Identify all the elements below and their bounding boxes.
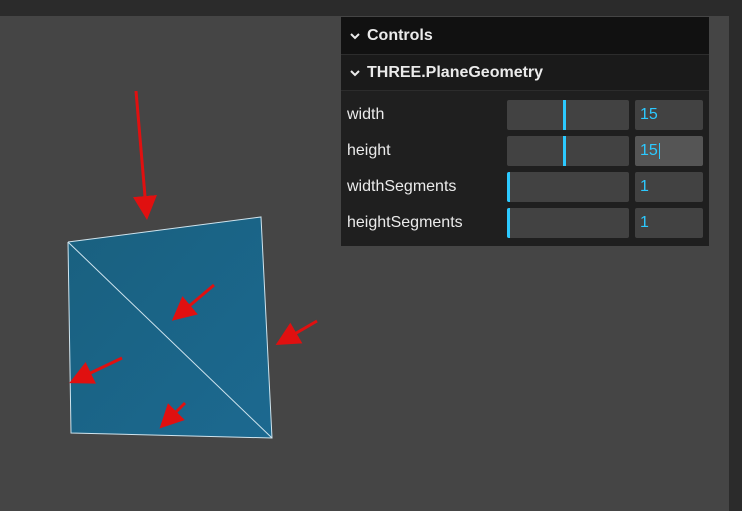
slider-handle[interactable] <box>563 136 566 166</box>
control-label: width <box>347 106 385 123</box>
control-row-heightSegments: heightSegments 1 <box>341 205 709 241</box>
controls-panel: Controls THREE.PlaneGeometry width 15 he… <box>341 17 709 246</box>
controls-title: Controls <box>367 26 433 44</box>
control-label: height <box>347 142 391 159</box>
width-slider[interactable] <box>507 100 629 130</box>
control-value: 1 <box>640 178 649 195</box>
slider-handle[interactable] <box>507 208 510 238</box>
widthSegments-slider[interactable] <box>507 172 629 202</box>
height-slider[interactable] <box>507 136 629 166</box>
slider-handle[interactable] <box>563 100 566 130</box>
arrow-top <box>133 90 157 220</box>
control-label: widthSegments <box>347 178 457 195</box>
chevron-down-icon <box>349 67 367 79</box>
control-row-width: width 15 <box>341 97 709 133</box>
arrow-right <box>275 319 318 346</box>
plane-face <box>68 217 272 438</box>
slider-handle[interactable] <box>507 172 510 202</box>
widthSegments-number-input[interactable]: 1 <box>635 172 703 202</box>
heightSegments-slider[interactable] <box>507 208 629 238</box>
control-row-height: height 15 <box>341 133 709 169</box>
text-caret <box>658 143 660 159</box>
folder-title-bar[interactable]: THREE.PlaneGeometry <box>341 55 709 91</box>
width-number-input[interactable]: 15 <box>635 100 703 130</box>
control-value: 15 <box>640 106 658 123</box>
control-value: 15 <box>640 142 658 159</box>
heightSegments-number-input[interactable]: 1 <box>635 208 703 238</box>
folder-controls: width 15 height 15 widthSegments 1 heigh… <box>341 91 709 246</box>
chevron-down-icon <box>349 30 367 42</box>
control-label: heightSegments <box>347 214 463 231</box>
height-number-input[interactable]: 15 <box>635 136 703 166</box>
render-viewport[interactable]: Controls THREE.PlaneGeometry width 15 he… <box>0 0 742 511</box>
folder-title: THREE.PlaneGeometry <box>367 63 544 81</box>
control-row-widthSegments: widthSegments 1 <box>341 169 709 205</box>
controls-title-bar[interactable]: Controls <box>341 17 709 55</box>
control-value: 1 <box>640 214 649 231</box>
plane-geometry-mesh <box>67 216 273 439</box>
